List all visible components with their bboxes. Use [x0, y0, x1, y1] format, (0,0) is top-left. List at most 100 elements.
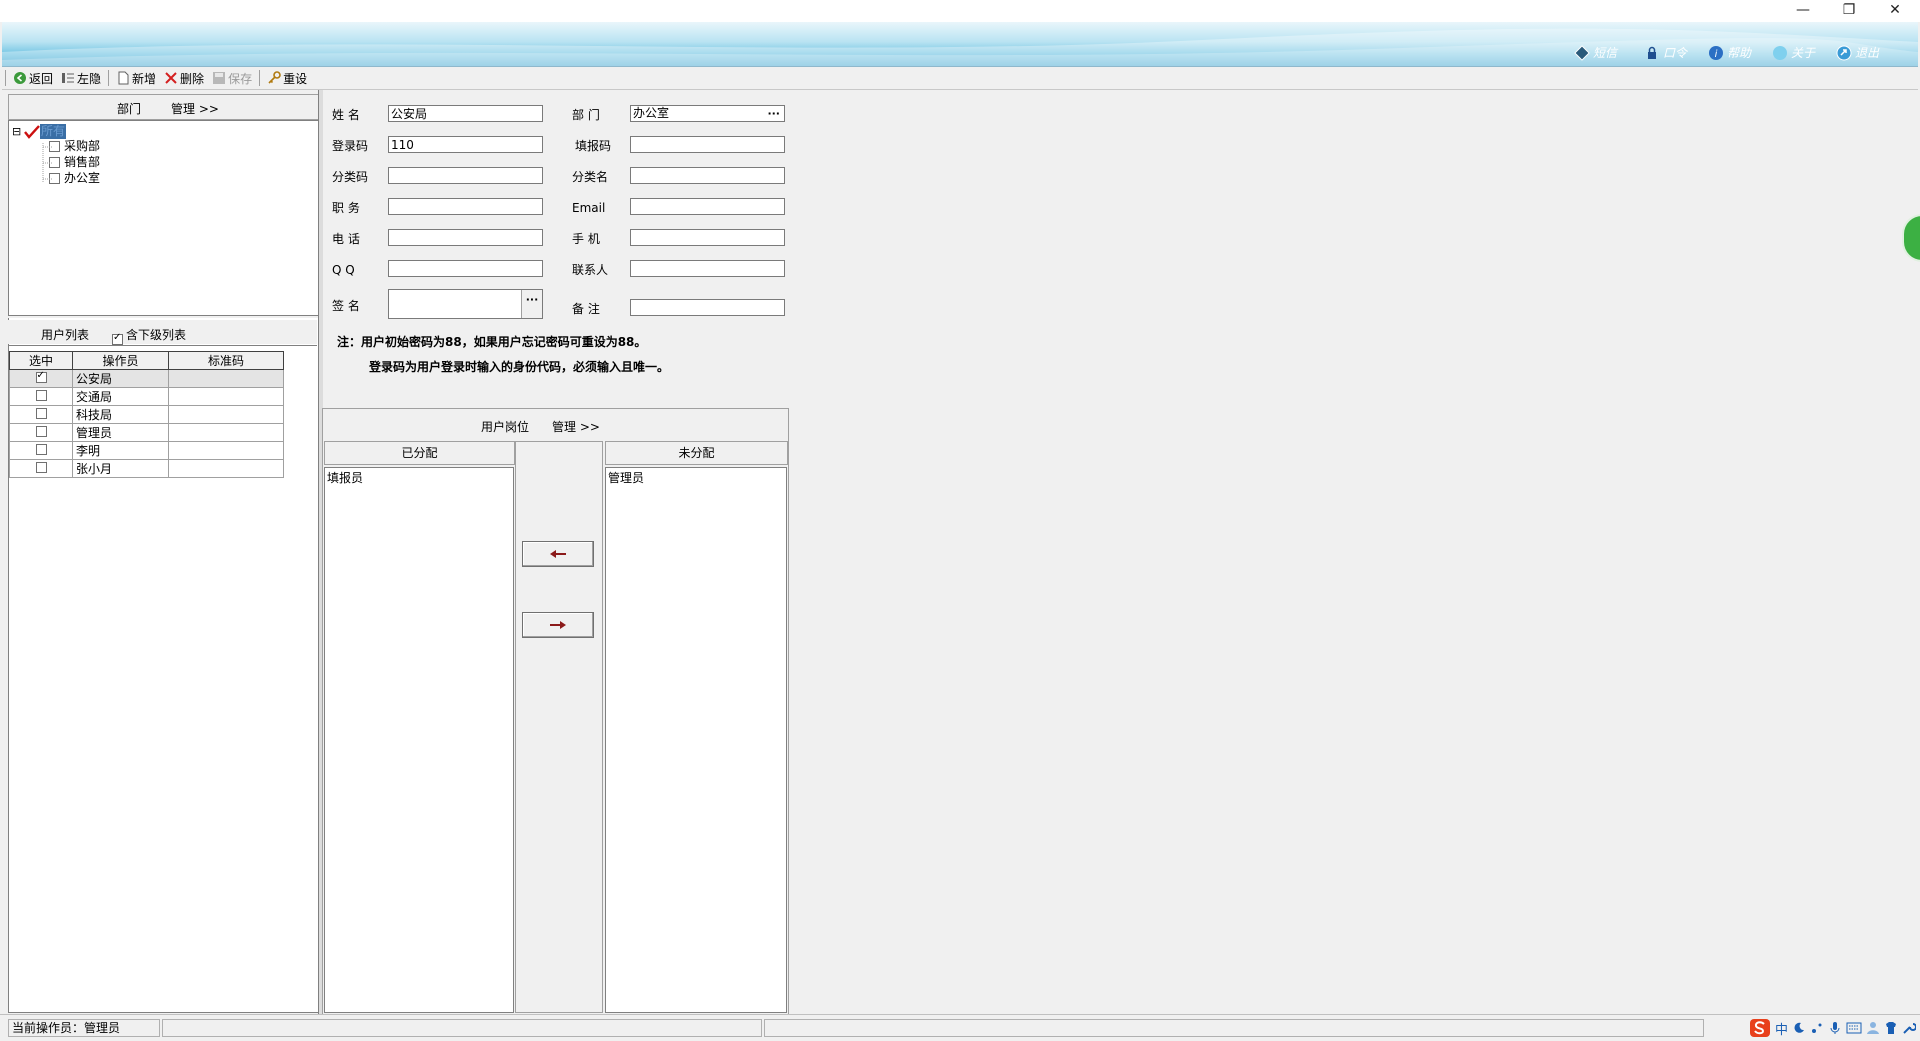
- mobile-input[interactable]: [630, 229, 785, 246]
- user-grid: 选中 操作员 标准码 公安局 交通局 科技局: [9, 351, 284, 478]
- skin-icon[interactable]: [1884, 1021, 1898, 1035]
- minimize-button[interactable]: —: [1780, 0, 1826, 22]
- keyboard-icon[interactable]: [1846, 1021, 1862, 1035]
- class-code-input[interactable]: [388, 167, 543, 184]
- delete-icon: [165, 72, 177, 84]
- fill-code-label: 填报码: [575, 139, 612, 153]
- row-checkbox[interactable]: [35, 407, 47, 419]
- top-link-sms[interactable]: 短信: [1574, 44, 1617, 62]
- operator-cell: 科技局: [72, 405, 169, 424]
- toolbar: 返回 左隐 新增 删除 保存 重设: [2, 67, 1918, 90]
- delete-button[interactable]: 删除: [160, 68, 208, 88]
- reset-button[interactable]: 重设: [263, 68, 311, 88]
- class-name-label: 分类名: [572, 170, 609, 184]
- wrench-icon[interactable]: [1902, 1021, 1916, 1035]
- row-checkbox[interactable]: [35, 370, 47, 383]
- phone-input[interactable]: [388, 229, 543, 246]
- dept-value: 办公室: [633, 106, 670, 120]
- assign-left-button[interactable]: [522, 541, 594, 567]
- signature-box[interactable]: ···: [388, 289, 543, 319]
- table-row[interactable]: 科技局: [9, 405, 284, 424]
- list-item[interactable]: 填报员: [325, 468, 513, 487]
- assign-right-button[interactable]: [522, 612, 594, 638]
- operator-cell: 交通局: [72, 387, 169, 406]
- close-button[interactable]: ✕: [1872, 0, 1918, 22]
- key-icon: [268, 71, 281, 84]
- back-button[interactable]: 返回: [9, 68, 57, 88]
- assigned-list[interactable]: 填报员: [324, 467, 514, 1013]
- ime-toolbar[interactable]: 中: [1749, 1017, 1920, 1039]
- banner-wave-graphic: [2, 28, 1918, 66]
- column-header-operator[interactable]: 操作员: [72, 351, 169, 370]
- signature-browse-button[interactable]: ···: [521, 290, 542, 318]
- move-button-column: [515, 441, 603, 1013]
- contact-input[interactable]: [630, 260, 785, 277]
- contact-label: 联系人: [572, 263, 609, 277]
- new-document-icon: [118, 71, 129, 85]
- new-button[interactable]: 新增: [112, 68, 160, 88]
- table-row[interactable]: 公安局: [9, 369, 284, 388]
- column-header-selected[interactable]: 选中: [9, 351, 73, 370]
- code-cell: [168, 423, 284, 442]
- ime-lang-indicator[interactable]: 中: [1775, 1019, 1788, 1038]
- row-checkbox[interactable]: [35, 443, 47, 455]
- user-role-panel: 用户岗位 管理 >> 已分配 填报员 未分配 管理员: [322, 408, 789, 1016]
- top-link-about[interactable]: 关于: [1772, 44, 1815, 62]
- hide-left-button[interactable]: 左隐: [57, 68, 105, 88]
- role-manage-link[interactable]: 管理 >>: [552, 418, 600, 435]
- header-banner: 短信 口令 i 帮助 关于 退出: [2, 22, 1918, 67]
- remark-input[interactable]: [630, 299, 785, 316]
- qq-label: Q Q: [332, 263, 355, 277]
- login-code-input[interactable]: [388, 136, 543, 153]
- toolbar-grip: [5, 70, 6, 86]
- email-label: Email: [572, 201, 606, 215]
- microphone-icon[interactable]: [1828, 1021, 1842, 1035]
- code-cell: [168, 441, 284, 460]
- table-row[interactable]: 管理员: [9, 423, 284, 442]
- class-name-input[interactable]: [630, 167, 785, 184]
- name-label: 姓 名: [332, 108, 360, 122]
- dept-selector[interactable]: 办公室 ···: [630, 105, 785, 122]
- dept-manage-link[interactable]: 管理 >>: [171, 100, 219, 117]
- status-cell-empty: [764, 1019, 1704, 1037]
- include-sub-checkbox[interactable]: [112, 332, 123, 345]
- code-cell: [168, 405, 284, 424]
- dept-label: 部 门: [572, 108, 600, 122]
- qq-input[interactable]: [388, 260, 543, 277]
- row-checkbox[interactable]: [35, 389, 47, 401]
- moon-icon[interactable]: [1792, 1021, 1806, 1035]
- restore-button[interactable]: ❐: [1826, 0, 1872, 22]
- dept-browse-button[interactable]: ···: [767, 106, 780, 121]
- top-link-help[interactable]: i 帮助: [1708, 44, 1751, 62]
- code-cell: [168, 387, 284, 406]
- title-bar: — ❐ ✕: [0, 0, 1920, 22]
- name-input[interactable]: [388, 105, 543, 122]
- mobile-label: 手 机: [572, 232, 600, 246]
- login-code-label: 登录码: [332, 139, 369, 153]
- unassigned-list[interactable]: 管理员: [605, 467, 787, 1013]
- table-row[interactable]: 张小月: [9, 459, 284, 478]
- post-input[interactable]: [388, 198, 543, 215]
- help-icon: i: [1709, 46, 1723, 60]
- column-header-code[interactable]: 标准码: [168, 351, 284, 370]
- row-checkbox[interactable]: [35, 461, 47, 473]
- email-input[interactable]: [630, 198, 785, 215]
- list-item[interactable]: 管理员: [606, 468, 786, 487]
- arrow-right-icon: [550, 621, 566, 629]
- top-link-password[interactable]: 口令: [1644, 44, 1687, 62]
- divider: [8, 345, 317, 346]
- current-operator-status: 当前操作员：管理员: [8, 1019, 160, 1037]
- fill-code-input[interactable]: [630, 136, 785, 153]
- top-link-exit[interactable]: 退出: [1836, 44, 1879, 62]
- toolbar-separator: [108, 70, 110, 86]
- floating-side-widget[interactable]: [1902, 214, 1920, 262]
- user-list-header: 用户列表 含下级列表: [8, 320, 317, 345]
- row-checkbox[interactable]: [35, 425, 47, 437]
- save-button[interactable]: 保存: [208, 68, 256, 88]
- user-icon[interactable]: [1866, 1021, 1880, 1035]
- punctuation-icon[interactable]: [1810, 1021, 1824, 1035]
- unassigned-header: 未分配: [605, 441, 788, 465]
- table-row[interactable]: 李明: [9, 441, 284, 460]
- table-row[interactable]: 交通局: [9, 387, 284, 406]
- about-icon: [1773, 46, 1787, 60]
